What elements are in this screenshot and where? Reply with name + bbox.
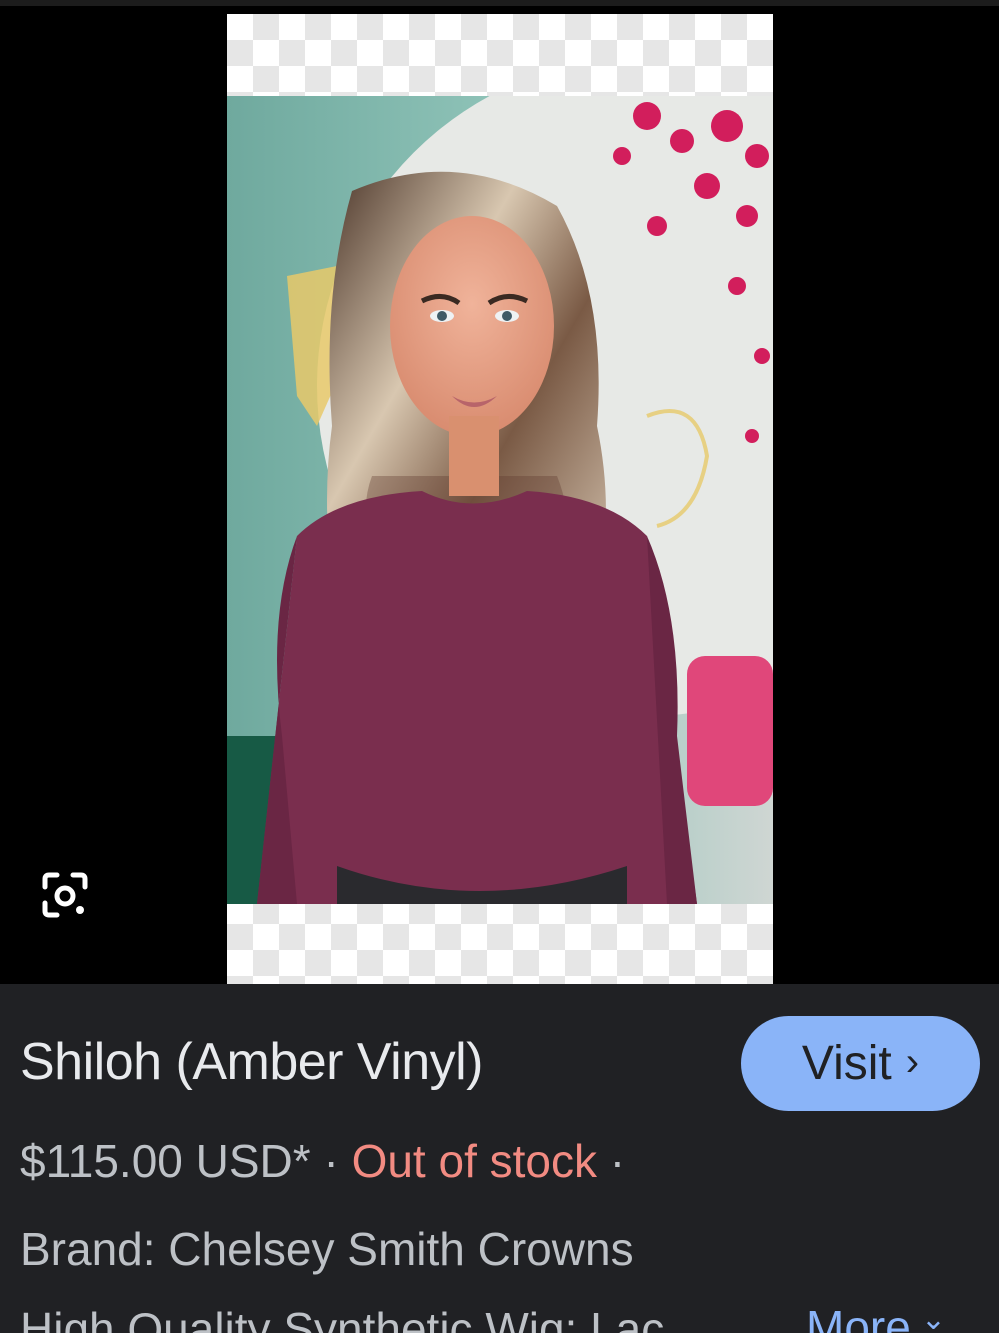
image-result-screen: Shiloh (Amber Vinyl) Visit › $115.00 USD…: [0, 0, 999, 1333]
more-label: More: [806, 1301, 911, 1333]
price-line: $115.00 USD* · Out of stock ·: [20, 1134, 625, 1188]
separator-dot: ·: [597, 1135, 626, 1187]
product-image[interactable]: [227, 14, 773, 984]
visit-button[interactable]: Visit ›: [741, 1016, 980, 1111]
stock-status: Out of stock: [351, 1135, 597, 1187]
product-brand: Brand: Chelsey Smith Crowns: [20, 1223, 634, 1275]
image-viewer: [0, 6, 999, 984]
google-lens-icon: [42, 872, 88, 918]
chevron-down-icon: ⌄: [920, 1303, 946, 1333]
product-price: $115.00 USD*: [20, 1135, 311, 1187]
google-lens-button[interactable]: [28, 858, 102, 932]
more-button[interactable]: More ⌄: [806, 1300, 946, 1333]
product-description: High Quality Synthetic Wig; Lac: [20, 1303, 665, 1333]
separator-dot: ·: [310, 1135, 352, 1187]
product-title[interactable]: Shiloh (Amber Vinyl): [20, 1032, 484, 1092]
product-info-panel: Shiloh (Amber Vinyl) Visit › $115.00 USD…: [0, 984, 999, 1333]
visit-button-label: Visit: [801, 1037, 892, 1090]
chevron-right-icon: ›: [905, 1039, 920, 1084]
product-photo: [227, 96, 773, 904]
